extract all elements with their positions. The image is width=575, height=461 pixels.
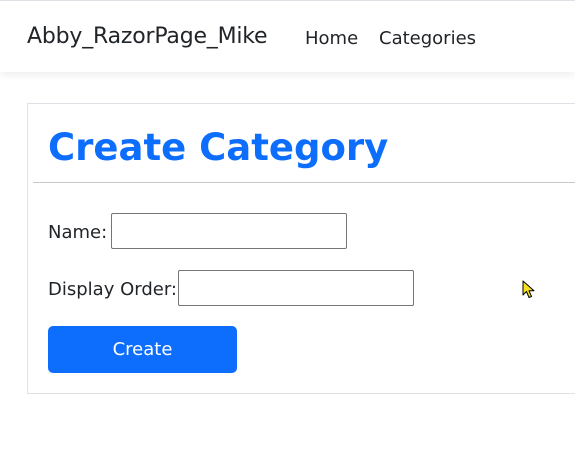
title-divider	[33, 182, 575, 183]
page-title: Create Category	[48, 126, 389, 169]
nav-link-home[interactable]: Home	[305, 28, 358, 49]
top-navbar: Abby_RazorPage_Mike Home Categories	[0, 0, 575, 72]
mouse-pointer-icon	[522, 280, 535, 298]
create-button[interactable]: Create	[48, 326, 237, 373]
create-category-card: Create Category Name: Display Order: Cre…	[27, 103, 575, 394]
name-label: Name:	[48, 222, 108, 243]
name-input[interactable]	[111, 213, 347, 249]
navbar-brand[interactable]: Abby_RazorPage_Mike	[27, 24, 268, 49]
nav-link-categories[interactable]: Categories	[379, 28, 476, 49]
display-order-label: Display Order:	[48, 279, 177, 300]
display-order-input[interactable]	[178, 270, 414, 306]
